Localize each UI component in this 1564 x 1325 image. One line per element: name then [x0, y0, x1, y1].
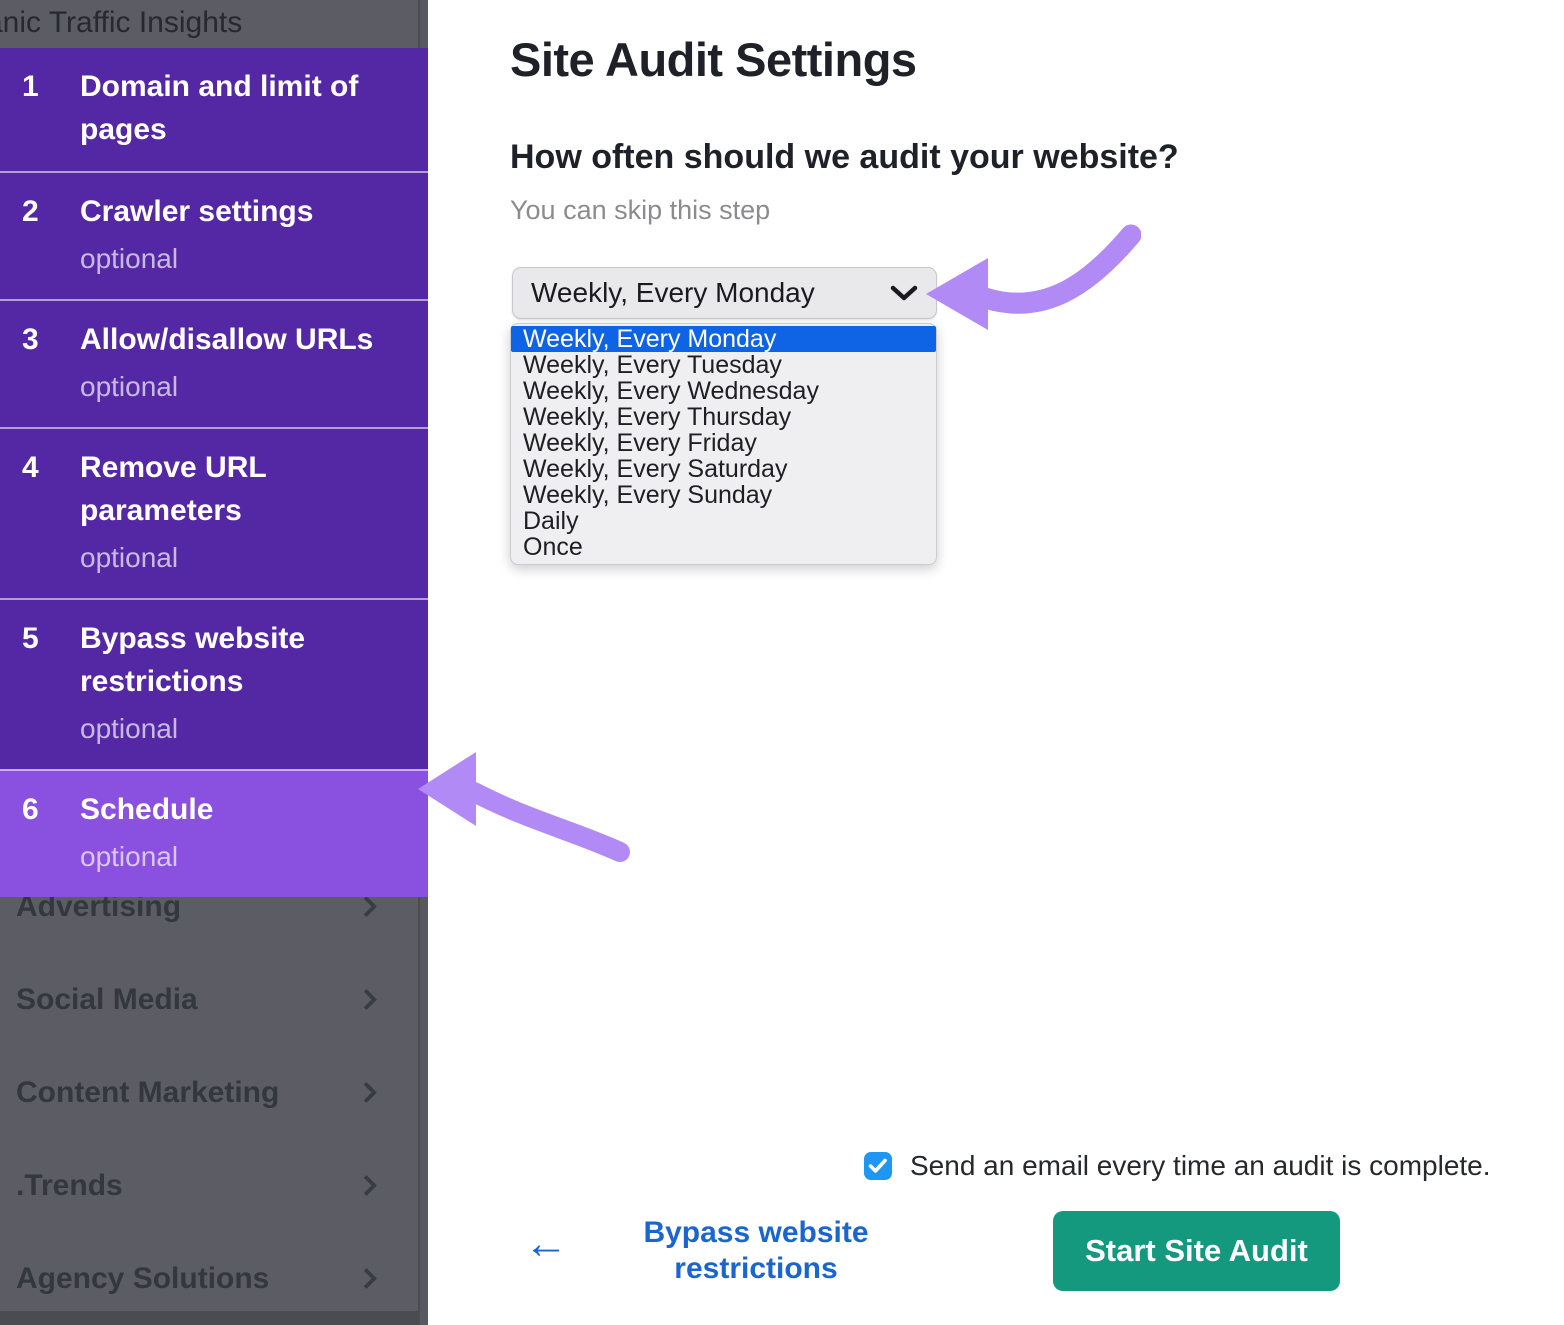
option-weekly-monday[interactable]: Weekly, Every Monday [511, 326, 936, 352]
step-optional-label: optional [80, 239, 390, 279]
sidebar-step-crawler-settings[interactable]: 2 Crawler settings optional [0, 171, 428, 299]
step-optional-label: optional [80, 367, 390, 407]
schedule-select-value: Weekly, Every Monday [531, 277, 815, 309]
email-notification-checkbox[interactable] [864, 1152, 892, 1180]
sidebar-item-trends[interactable]: .Trends [0, 1139, 418, 1232]
email-notification-label: Send an email every time an audit is com… [910, 1150, 1491, 1182]
step-number: 6 [0, 788, 58, 877]
option-weekly-thursday[interactable]: Weekly, Every Thursday [511, 404, 936, 430]
step-title: Domain and limit of pages [80, 65, 390, 151]
chevron-right-icon [356, 989, 377, 1010]
step-title: Allow/disallow URLs [80, 318, 390, 361]
option-daily[interactable]: Daily [511, 508, 936, 534]
main-panel: Site Audit Settings How often should we … [428, 0, 1564, 1325]
step-title: Remove URL parameters [80, 446, 390, 532]
site-audit-settings-screen: anic Traffic Insights 1 Domain and limit… [0, 0, 1564, 1325]
bypass-website-restrictions-link[interactable]: Bypass website restrictions [606, 1215, 906, 1287]
step-title: Crawler settings [80, 190, 390, 233]
sidebar-item-social-media[interactable]: Social Media [0, 953, 418, 1046]
schedule-select[interactable]: Weekly, Every Monday [512, 267, 937, 319]
nav-item-label: Agency Solutions [16, 1262, 269, 1296]
step-title: Schedule [80, 788, 390, 831]
schedule-options-dropdown: Weekly, Every Monday Weekly, Every Tuesd… [510, 323, 937, 565]
start-site-audit-button[interactable]: Start Site Audit [1053, 1211, 1340, 1291]
audit-frequency-question: How often should we audit your website? [510, 138, 1179, 177]
nav-item-label: .Trends [16, 1169, 123, 1203]
step-number: 2 [0, 190, 58, 279]
checkmark-icon [868, 1158, 888, 1174]
sidebar-item-content-marketing[interactable]: Content Marketing [0, 1046, 418, 1139]
sidebar: anic Traffic Insights 1 Domain and limit… [0, 0, 428, 1325]
option-once[interactable]: Once [511, 534, 936, 560]
nav-item-label: Social Media [16, 983, 198, 1017]
sidebar-top-label: anic Traffic Insights [0, 0, 426, 48]
sidebar-bottom-strip [0, 1311, 418, 1325]
sidebar-step-bypass-website-restrictions[interactable]: 5 Bypass website restrictions optional [0, 598, 428, 769]
dimmed-main-nav: Advertising Social Media Content Marketi… [0, 860, 418, 1325]
step-number: 5 [0, 617, 58, 749]
nav-item-label: Content Marketing [16, 1076, 279, 1110]
chevron-right-icon [356, 1268, 377, 1289]
step-optional-label: optional [80, 837, 390, 877]
chevron-right-icon [356, 896, 377, 917]
email-notification-row: Send an email every time an audit is com… [864, 1150, 1491, 1182]
option-weekly-saturday[interactable]: Weekly, Every Saturday [511, 456, 936, 482]
step-optional-label: optional [80, 709, 390, 749]
sidebar-step-remove-url-parameters[interactable]: 4 Remove URL parameters optional [0, 427, 428, 598]
skip-step-hint: You can skip this step [510, 195, 770, 226]
sidebar-step-allow-disallow-urls[interactable]: 3 Allow/disallow URLs optional [0, 299, 428, 427]
chevron-down-icon [890, 284, 918, 302]
chevron-right-icon [356, 1175, 377, 1196]
option-weekly-sunday[interactable]: Weekly, Every Sunday [511, 482, 936, 508]
step-number: 1 [0, 65, 58, 151]
step-title: Bypass website restrictions [80, 617, 390, 703]
step-number: 4 [0, 446, 58, 578]
back-arrow-icon[interactable]: ← [524, 1222, 568, 1266]
option-weekly-tuesday[interactable]: Weekly, Every Tuesday [511, 352, 936, 378]
chevron-right-icon [356, 1082, 377, 1103]
step-optional-label: optional [80, 538, 390, 578]
page-title: Site Audit Settings [510, 32, 917, 87]
steps-menu: 1 Domain and limit of pages 2 Crawler se… [0, 48, 428, 897]
step-number: 3 [0, 318, 58, 407]
sidebar-step-domain-and-limit[interactable]: 1 Domain and limit of pages [0, 48, 428, 171]
option-weekly-wednesday[interactable]: Weekly, Every Wednesday [511, 378, 936, 404]
option-weekly-friday[interactable]: Weekly, Every Friday [511, 430, 936, 456]
sidebar-step-schedule-active[interactable]: 6 Schedule optional [0, 769, 428, 897]
